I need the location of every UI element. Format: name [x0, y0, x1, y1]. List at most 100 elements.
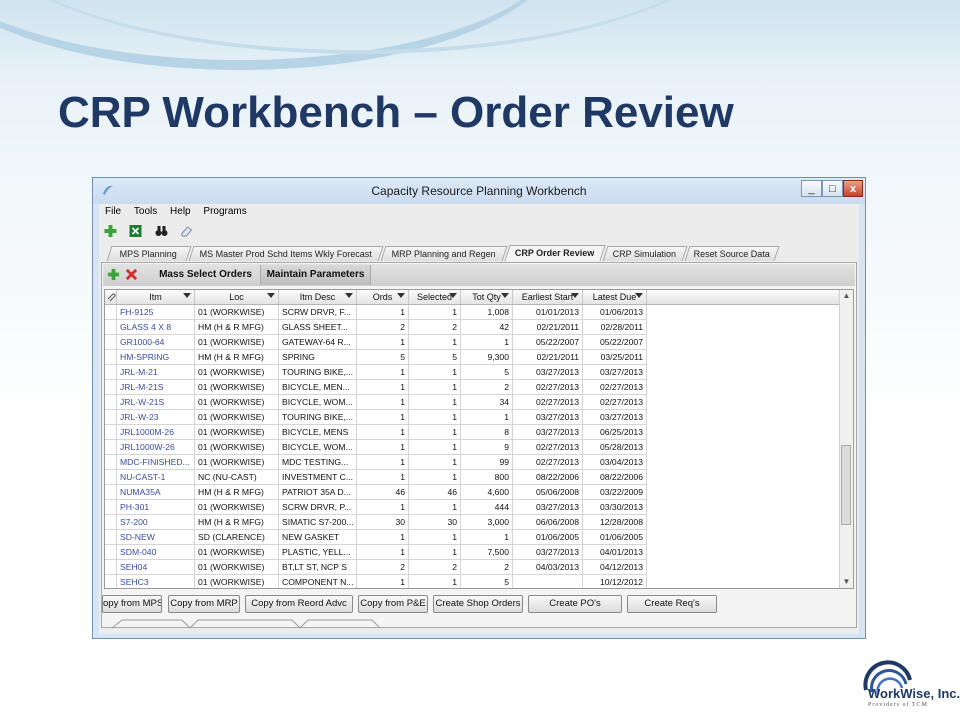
filter-icon[interactable]: [267, 293, 275, 298]
row-selector[interactable]: [105, 455, 117, 470]
table-row[interactable]: JRL-W-23 01 (WORKWISE) TOURING BIKE,... 1 1 1…: [105, 410, 841, 425]
row-selector[interactable]: [105, 515, 117, 530]
table-row[interactable]: FH-9125 01 (WORKWISE) SCRW DRVR, F... 1 1 1,0…: [105, 305, 841, 320]
table-row[interactable]: NU-CAST-1 NC (NU-CAST) INVESTMENT C... 1 1 80…: [105, 470, 841, 485]
bottom-tab-strip[interactable]: [112, 619, 552, 629]
delete-icon[interactable]: [125, 268, 138, 281]
row-selector[interactable]: [105, 410, 117, 425]
tab-mps-planning[interactable]: MPS Planning: [106, 246, 192, 261]
row-selector[interactable]: [105, 425, 117, 440]
cell-itm[interactable]: JRL-W-21S: [117, 395, 195, 410]
row-selector[interactable]: [105, 365, 117, 380]
row-selector[interactable]: [105, 485, 117, 500]
col-selected[interactable]: Selected: [409, 290, 461, 304]
cell-itm[interactable]: NUMA35A: [117, 485, 195, 500]
create-pos-button[interactable]: Create PO's: [528, 595, 622, 613]
binoculars-icon[interactable]: [154, 224, 169, 238]
copy-from-mps-button[interactable]: opy from MPS: [102, 595, 162, 613]
table-row[interactable]: GLASS 4 X 8 HM (H & R MFG) GLASS SHEET... 2…: [105, 320, 841, 335]
col-tot-qty[interactable]: Tot Qty: [461, 290, 513, 304]
add-icon[interactable]: [103, 224, 118, 238]
cell-itm[interactable]: GLASS 4 X 8: [117, 320, 195, 335]
tab-crp-simulation[interactable]: CRP Simulation: [602, 246, 688, 261]
minimize-button[interactable]: _: [801, 180, 822, 197]
scroll-thumb[interactable]: [841, 445, 851, 525]
cell-itm[interactable]: HM-SPRING: [117, 350, 195, 365]
row-selector[interactable]: [105, 305, 117, 320]
row-selector[interactable]: [105, 545, 117, 560]
table-row[interactable]: S7-200 HM (H & R MFG) SIMATIC S7-200... 30 3…: [105, 515, 841, 530]
col-latest-due[interactable]: Latest Due: [583, 290, 647, 304]
cell-itm[interactable]: MDC-FINISHED...: [117, 455, 195, 470]
table-row[interactable]: SDM-040 01 (WORKWISE) PLASTIC, YELL... 1 1 7,…: [105, 545, 841, 560]
menu-tools[interactable]: Tools: [134, 206, 157, 217]
table-row[interactable]: SEH04 01 (WORKWISE) BT,LT ST, NCP S 2 2 2 04/0…: [105, 560, 841, 575]
filter-icon[interactable]: [183, 293, 191, 298]
cell-itm[interactable]: SD-NEW: [117, 530, 195, 545]
row-selector[interactable]: [105, 500, 117, 515]
create-reqs-button[interactable]: Create Req's: [627, 595, 717, 613]
table-row[interactable]: HM-SPRING HM (H & R MFG) SPRING 5 5 9,300 02/2…: [105, 350, 841, 365]
tab-mrp-planning[interactable]: MRP Planning and Regen: [380, 246, 508, 261]
cell-itm[interactable]: FH-9125: [117, 305, 195, 320]
row-selector[interactable]: [105, 560, 117, 575]
table-row[interactable]: PH-301 01 (WORKWISE) SCRW DRVR, P... 1 1 444 0…: [105, 500, 841, 515]
col-ords[interactable]: Ords: [357, 290, 409, 304]
copy-from-pe-button[interactable]: Copy from P&E: [358, 595, 428, 613]
create-shop-orders-button[interactable]: Create Shop Orders: [433, 595, 523, 613]
row-selector[interactable]: [105, 320, 117, 335]
table-row[interactable]: MDC-FINISHED... 01 (WORKWISE) MDC TESTING.…: [105, 455, 841, 470]
close-button[interactable]: x: [843, 180, 863, 197]
row-selector[interactable]: [105, 440, 117, 455]
cell-itm[interactable]: SDM-040: [117, 545, 195, 560]
cell-itm[interactable]: SEHC3: [117, 575, 195, 588]
table-row[interactable]: SD-NEW SD (CLARENCE) NEW GASKET 1 1 1 01/06/20…: [105, 530, 841, 545]
cell-itm[interactable]: JRL1000W-26: [117, 440, 195, 455]
tab-ms-master-prod[interactable]: MS Master Prod Schd Items Wkly Forecast: [188, 246, 384, 261]
cell-itm[interactable]: S7-200: [117, 515, 195, 530]
filter-icon[interactable]: [501, 293, 509, 298]
row-selector[interactable]: [105, 380, 117, 395]
row-selector[interactable]: [105, 575, 117, 588]
menu-file[interactable]: File: [105, 206, 121, 217]
row-selector[interactable]: [105, 350, 117, 365]
filter-icon[interactable]: [635, 293, 643, 298]
col-earliest-start[interactable]: Earliest Start: [513, 290, 583, 304]
filter-icon[interactable]: [397, 293, 405, 298]
cell-itm[interactable]: JRL1000M-26: [117, 425, 195, 440]
excel-icon[interactable]: [128, 224, 143, 238]
eraser-icon[interactable]: [179, 224, 194, 238]
table-row[interactable]: JRL1000M-26 01 (WORKWISE) BICYCLE, MENS 1 1 8…: [105, 425, 841, 440]
maximize-button[interactable]: □: [822, 180, 843, 197]
add-icon[interactable]: [107, 268, 120, 281]
cell-itm[interactable]: JRL-M-21: [117, 365, 195, 380]
tab-reset-source-data[interactable]: Reset Source Data: [684, 246, 780, 261]
cell-itm[interactable]: JRL-M-21S: [117, 380, 195, 395]
table-row[interactable]: JRL-W-21S 01 (WORKWISE) BICYCLE, WOM... 1 1 3…: [105, 395, 841, 410]
table-row[interactable]: NUMA35A HM (H & R MFG) PATRIOT 35A D... 46 4…: [105, 485, 841, 500]
table-row[interactable]: JRL-M-21S 01 (WORKWISE) BICYCLE, MEN... 1 1 2…: [105, 380, 841, 395]
copy-from-reord-advc-button[interactable]: Copy from Reord Advc: [245, 595, 353, 613]
table-row[interactable]: SEHC3 01 (WORKWISE) COMPONENT N... 1 1 5 10/12…: [105, 575, 841, 588]
copy-from-mrp-button[interactable]: Copy from MRP: [168, 595, 240, 613]
col-loc[interactable]: Loc: [195, 290, 279, 304]
mass-select-orders-button[interactable]: Mass Select Orders: [151, 265, 261, 285]
scroll-down-icon[interactable]: ▼: [840, 576, 853, 588]
cell-itm[interactable]: NU-CAST-1: [117, 470, 195, 485]
row-selector[interactable]: [105, 530, 117, 545]
tab-crp-order-review[interactable]: CRP Order Review: [504, 245, 606, 261]
menu-help[interactable]: Help: [170, 206, 191, 217]
col-itm-desc[interactable]: Itm Desc: [279, 290, 357, 304]
row-selector[interactable]: [105, 470, 117, 485]
scroll-up-icon[interactable]: ▲: [840, 290, 853, 302]
filter-icon[interactable]: [345, 293, 353, 298]
row-selector[interactable]: [105, 335, 117, 350]
filter-icon[interactable]: [571, 293, 579, 298]
cell-itm[interactable]: PH-301: [117, 500, 195, 515]
cell-itm[interactable]: GR1000-64: [117, 335, 195, 350]
filter-icon[interactable]: [449, 293, 457, 298]
table-row[interactable]: JRL1000W-26 01 (WORKWISE) BICYCLE, WOM... 1…: [105, 440, 841, 455]
table-row[interactable]: GR1000-64 01 (WORKWISE) GATEWAY-64 R... 1 1 1…: [105, 335, 841, 350]
maintain-parameters-button[interactable]: Maintain Parameters: [261, 265, 371, 285]
table-row[interactable]: JRL-M-21 01 (WORKWISE) TOURING BIKE,... 1 1 5…: [105, 365, 841, 380]
